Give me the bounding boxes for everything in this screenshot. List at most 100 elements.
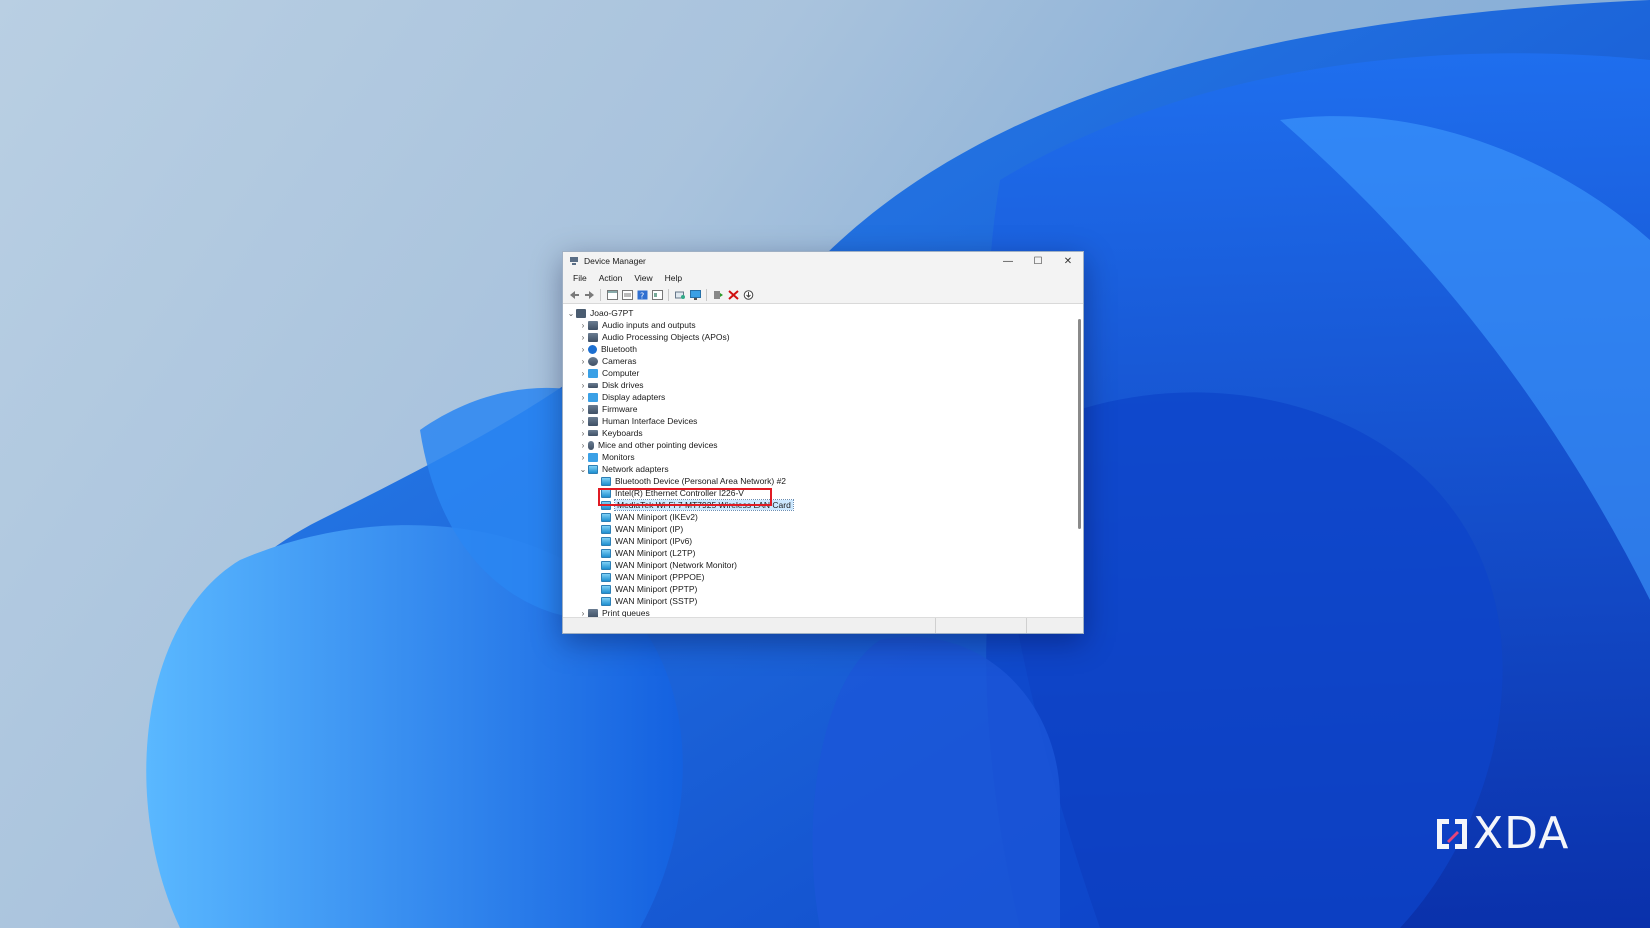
network-adapter-icon (601, 584, 611, 594)
device-manager-icon (569, 256, 579, 266)
status-pane (1027, 618, 1083, 633)
chevron-right-icon[interactable]: › (578, 369, 588, 378)
scrollbar-thumb[interactable] (1078, 319, 1081, 529)
vertical-scrollbar[interactable] (1075, 305, 1083, 618)
monitor-icon[interactable] (689, 289, 701, 301)
tree-category-audio[interactable]: › Audio inputs and outputs (563, 319, 1075, 331)
chevron-right-icon[interactable]: › (578, 453, 588, 462)
menu-action[interactable]: Action (593, 273, 629, 283)
chevron-right-icon[interactable]: › (578, 405, 588, 414)
tree-category-label: Audio inputs and outputs (602, 320, 696, 330)
xda-watermark: XDA (1433, 812, 1569, 856)
tree-device-label: WAN Miniport (IPv6) (615, 536, 693, 546)
tree-category-network-adapters[interactable]: ⌄ Network adapters (563, 463, 1075, 475)
tree-category-disk-drives[interactable]: › Disk drives (563, 379, 1075, 391)
chevron-right-icon[interactable]: › (578, 321, 588, 330)
tree-category-label: Display adapters (602, 392, 666, 402)
forward-icon[interactable] (583, 289, 595, 301)
tree-root[interactable]: ⌄ Joao-G7PT (563, 307, 1075, 319)
tree-device-label: WAN Miniport (Network Monitor) (615, 560, 738, 570)
tree-device-item[interactable]: WAN Miniport (PPPOE) (563, 571, 1075, 583)
tree-category-label: Audio Processing Objects (APOs) (602, 332, 730, 342)
svg-text:?: ? (640, 291, 644, 300)
tree-category-apo[interactable]: › Audio Processing Objects (APOs) (563, 331, 1075, 343)
tree-device-label: WAN Miniport (IKEv2) (615, 512, 698, 522)
menu-view[interactable]: View (628, 273, 658, 283)
tree-category-label: Network adapters (602, 464, 669, 474)
chevron-right-icon[interactable]: › (578, 333, 588, 342)
maximize-button[interactable]: ☐ (1023, 252, 1053, 270)
title-bar[interactable]: Device Manager — ☐ ✕ (563, 252, 1083, 270)
scan-hardware-icon[interactable] (674, 289, 686, 301)
tree-category-monitors[interactable]: › Monitors (563, 451, 1075, 463)
chevron-down-icon[interactable]: ⌄ (578, 465, 588, 474)
xda-brand-text: XDA (1473, 808, 1570, 859)
toolbar-separator (600, 288, 601, 301)
update-driver-icon[interactable] (712, 289, 724, 301)
menu-bar: File Action View Help (563, 270, 1083, 286)
device-tree: ⌄ Joao-G7PT › Audio inputs and outputs ›… (563, 305, 1075, 618)
chevron-right-icon[interactable]: › (578, 381, 588, 390)
tree-category-bluetooth[interactable]: › Bluetooth (563, 343, 1075, 355)
tree-category-label: Firmware (602, 404, 638, 414)
menu-help[interactable]: Help (659, 273, 688, 283)
chevron-right-icon[interactable]: › (578, 345, 588, 354)
network-adapter-icon (601, 476, 611, 486)
tree-category-label: Mice and other pointing devices (598, 440, 718, 450)
toolbar: ? (563, 286, 1083, 304)
tree-device-item[interactable]: WAN Miniport (IP) (563, 523, 1075, 535)
tree-device-label: WAN Miniport (PPTP) (615, 584, 698, 594)
network-adapter-icon (601, 560, 611, 570)
help-icon[interactable]: ? (636, 289, 648, 301)
computer-icon (576, 308, 586, 318)
toolbar-separator (668, 288, 669, 301)
camera-icon (588, 356, 598, 366)
tree-category-label: Computer (602, 368, 640, 378)
download-icon[interactable] (742, 289, 754, 301)
tree-category-mice[interactable]: › Mice and other pointing devices (563, 439, 1075, 451)
tree-device-label: WAN Miniport (PPPOE) (615, 572, 705, 582)
tree-category-label: Human Interface Devices (602, 416, 698, 426)
tree-device-label: WAN Miniport (L2TP) (615, 548, 696, 558)
properties-icon[interactable] (621, 289, 633, 301)
tree-device-item[interactable]: WAN Miniport (Network Monitor) (563, 559, 1075, 571)
tree-device-item[interactable]: WAN Miniport (L2TP) (563, 547, 1075, 559)
speaker-icon (588, 320, 598, 330)
speaker-icon (588, 332, 598, 342)
chevron-right-icon[interactable]: › (578, 393, 588, 402)
window-title: Device Manager (584, 256, 646, 266)
tree-category-label: Bluetooth (601, 344, 637, 354)
uninstall-icon[interactable] (727, 289, 739, 301)
network-adapter-icon (588, 464, 598, 474)
chevron-down-icon[interactable]: ⌄ (566, 309, 576, 318)
tree-category-keyboards[interactable]: › Keyboards (563, 427, 1075, 439)
device-manager-window: Device Manager — ☐ ✕ File Action View He… (562, 251, 1084, 634)
toolbar-separator (706, 288, 707, 301)
tree-device-item[interactable]: WAN Miniport (SSTP) (563, 595, 1075, 607)
tree-device-item[interactable]: WAN Miniport (PPTP) (563, 583, 1075, 595)
chevron-right-icon[interactable]: › (578, 357, 588, 366)
tree-category-display-adapters[interactable]: › Display adapters (563, 391, 1075, 403)
chevron-right-icon[interactable]: › (578, 429, 588, 438)
tree-device-item[interactable]: WAN Miniport (IKEv2) (563, 511, 1075, 523)
view-icon[interactable] (651, 289, 663, 301)
status-pane (936, 618, 1027, 633)
menu-file[interactable]: File (567, 273, 593, 283)
tree-category-firmware[interactable]: › Firmware (563, 403, 1075, 415)
back-icon[interactable] (568, 289, 580, 301)
show-hide-console-tree-icon[interactable] (606, 289, 618, 301)
tree-category-cameras[interactable]: › Cameras (563, 355, 1075, 367)
tree-category-computer[interactable]: › Computer (563, 367, 1075, 379)
network-adapter-icon (601, 572, 611, 582)
close-button[interactable]: ✕ (1053, 252, 1083, 270)
tree-category-hid[interactable]: › Human Interface Devices (563, 415, 1075, 427)
chevron-right-icon[interactable]: › (578, 441, 588, 450)
tree-device-label: WAN Miniport (SSTP) (615, 596, 698, 606)
tree-device-item[interactable]: Bluetooth Device (Personal Area Network)… (563, 475, 1075, 487)
minimize-button[interactable]: — (993, 252, 1023, 270)
chevron-right-icon[interactable]: › (578, 417, 588, 426)
tree-device-item[interactable]: WAN Miniport (IPv6) (563, 535, 1075, 547)
highlight-annotation (598, 488, 772, 506)
disk-icon (588, 382, 598, 388)
tree-root-label: Joao-G7PT (590, 308, 634, 318)
